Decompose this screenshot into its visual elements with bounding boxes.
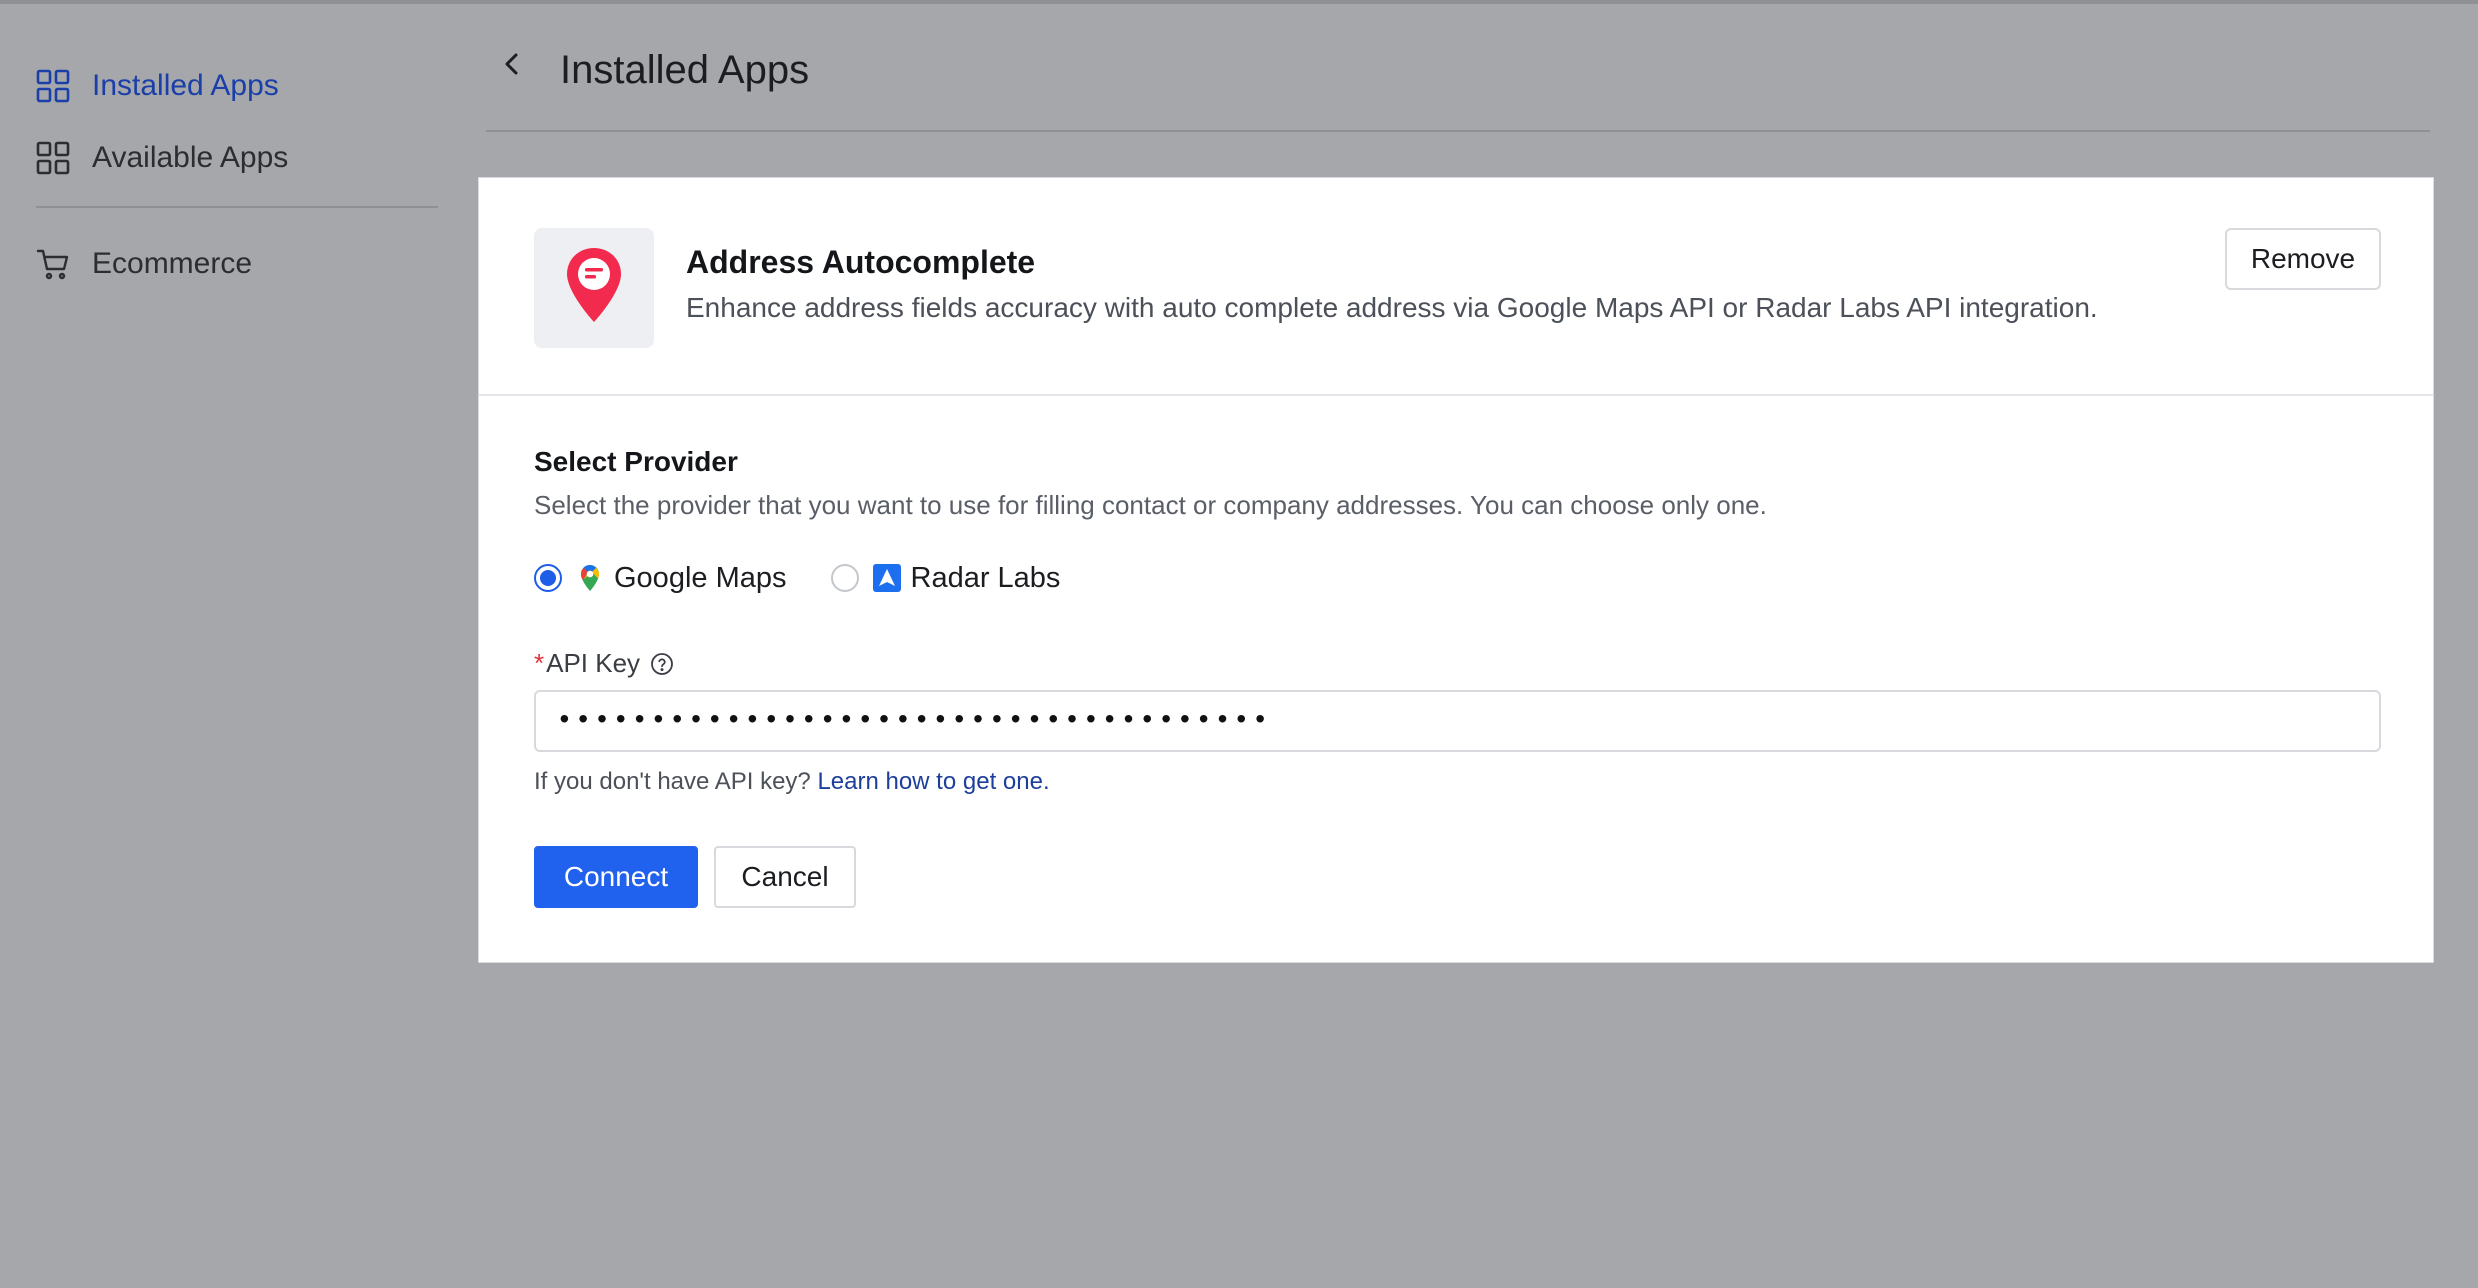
sidebar-item-label: Installed Apps: [92, 69, 279, 102]
sidebar-item-label: Available Apps: [92, 141, 289, 174]
sidebar-item-ecommerce[interactable]: Ecommerce: [36, 238, 252, 290]
cancel-button[interactable]: Cancel: [714, 846, 856, 908]
google-maps-icon: [576, 564, 604, 592]
sidebar-item-installed-apps[interactable]: Installed Apps: [36, 60, 279, 112]
cart-icon: [36, 247, 70, 281]
question-circle-icon[interactable]: [650, 652, 674, 676]
select-provider-description: Select the provider that you want to use…: [534, 490, 1767, 520]
app-name: Address Autocomplete: [686, 244, 1036, 280]
grid-icon: [36, 69, 70, 103]
chevron-left-icon: [502, 49, 522, 84]
radio-button-google-maps[interactable]: [534, 564, 562, 592]
provider-radio-group: Google Maps Radar Labs: [534, 558, 1104, 598]
api-key-label: * API Key: [534, 648, 674, 679]
header-divider: [486, 130, 2430, 132]
map-pin-icon: [564, 246, 624, 331]
app-settings-card: Address Autocomplete Enhance address fie…: [479, 178, 2433, 962]
connect-button[interactable]: Connect: [534, 846, 698, 908]
back-button[interactable]: [496, 46, 528, 86]
api-key-label-text: API Key: [546, 648, 641, 678]
radio-button-radar-labs[interactable]: [830, 564, 859, 592]
remove-button[interactable]: Remove: [2225, 228, 2381, 290]
sidebar-item-available-apps[interactable]: Available Apps: [36, 132, 288, 184]
provider-label: Google Maps: [614, 561, 787, 594]
grid-icon: [36, 141, 70, 175]
learn-how-link[interactable]: Learn how to get one.: [817, 768, 1049, 795]
provider-label: Radar Labs: [910, 561, 1061, 594]
provider-option-google-maps[interactable]: Google Maps: [534, 562, 787, 595]
sidebar: Installed Apps Available Apps Ecommerce: [0, 4, 450, 1288]
sidebar-item-label: Ecommerce: [92, 247, 253, 280]
provider-option-radar-labs[interactable]: Radar Labs: [830, 561, 1061, 595]
radar-labs-icon: [872, 564, 901, 592]
api-key-hint: If you don't have API key? Learn how to …: [534, 768, 1050, 796]
page-title: Installed Apps: [560, 48, 810, 92]
required-mark: *: [534, 648, 545, 678]
api-key-input[interactable]: [534, 690, 2381, 752]
sidebar-divider: [36, 206, 438, 208]
app-description: Enhance address fields accuracy with aut…: [686, 292, 2098, 323]
app-logo: [534, 228, 654, 348]
api-key-hint-text: If you don't have API key?: [534, 768, 818, 795]
select-provider-title: Select Provider: [534, 446, 738, 477]
card-divider: [479, 394, 2433, 396]
